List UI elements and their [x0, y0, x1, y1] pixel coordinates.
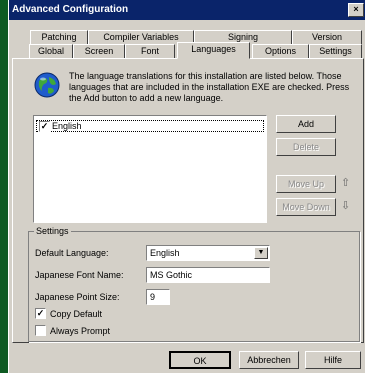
move-down-button[interactable]: Move Down	[276, 198, 336, 216]
tab-settings[interactable]: Settings	[309, 44, 362, 59]
japanese-point-size-label: Japanese Point Size:	[35, 292, 120, 302]
always-prompt-checkbox[interactable]	[35, 325, 46, 336]
copy-default-label: Copy Default	[50, 309, 103, 319]
settings-group-title: Settings	[34, 226, 71, 236]
language-checkbox[interactable]: ✓	[39, 121, 50, 132]
japanese-point-size-field[interactable]: 9	[146, 289, 170, 305]
japanese-font-field[interactable]: MS Gothic	[146, 267, 270, 283]
tab-languages[interactable]: Languages	[177, 42, 250, 59]
language-list[interactable]: ✓ English	[33, 115, 267, 223]
tab-global[interactable]: Global	[29, 44, 73, 59]
default-language-label: Default Language:	[35, 248, 109, 258]
cancel-button[interactable]: Abbrechen	[239, 351, 299, 369]
language-label: English	[52, 121, 82, 131]
japanese-font-label: Japanese Font Name:	[35, 270, 124, 280]
chevron-down-icon[interactable]: ▼	[254, 247, 268, 259]
add-button[interactable]: Add	[276, 115, 336, 133]
ok-button[interactable]: OK	[169, 351, 231, 369]
title-bar: Advanced Configuration ×	[9, 0, 365, 20]
tab-version[interactable]: Version	[292, 30, 362, 45]
globe-icon	[34, 72, 60, 98]
move-up-button[interactable]: Move Up	[276, 175, 336, 193]
tab-options[interactable]: Options	[252, 44, 309, 59]
desktop-background	[0, 0, 8, 373]
down-arrow-icon[interactable]: ⇩	[341, 199, 350, 212]
tab-font[interactable]: Font	[125, 44, 175, 59]
list-item[interactable]: ✓ English	[36, 120, 264, 132]
help-button[interactable]: Hilfe	[305, 351, 361, 369]
tab-patching[interactable]: Patching	[30, 30, 88, 45]
close-icon[interactable]: ×	[348, 3, 364, 17]
always-prompt-label: Always Prompt	[50, 326, 111, 336]
delete-button[interactable]: Delete	[276, 138, 336, 156]
up-arrow-icon[interactable]: ⇧	[341, 176, 350, 189]
window-title: Advanced Configuration	[12, 4, 129, 15]
intro-text: The language translations for this insta…	[69, 71, 350, 103]
default-language-dropdown[interactable]: English ▼	[146, 245, 270, 261]
default-language-value: English	[150, 248, 180, 258]
copy-default-checkbox[interactable]: ✓	[35, 308, 46, 319]
tab-screen[interactable]: Screen	[73, 44, 125, 59]
